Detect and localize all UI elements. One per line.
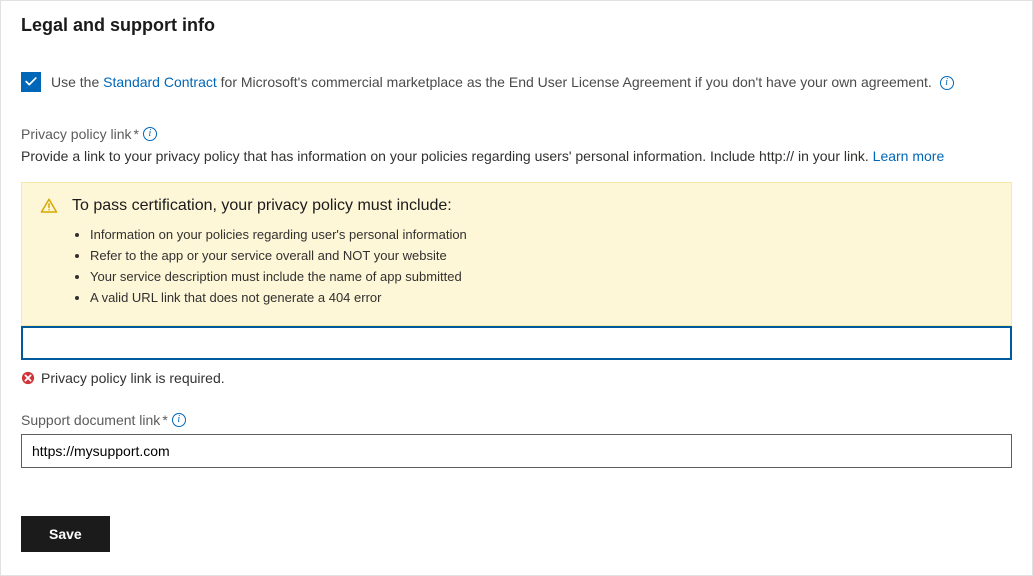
warning-item: A valid URL link that does not generate … — [90, 290, 993, 305]
info-icon[interactable]: i — [172, 413, 186, 427]
error-text: Privacy policy link is required. — [41, 370, 225, 386]
standard-contract-label: Use the Standard Contract for Microsoft'… — [51, 74, 954, 90]
privacy-policy-error: Privacy policy link is required. — [21, 370, 1012, 386]
required-marker: * — [133, 126, 138, 142]
section-title: Legal and support info — [21, 15, 1012, 36]
privacy-policy-help-text: Provide a link to your privacy policy th… — [21, 148, 873, 164]
save-button[interactable]: Save — [21, 516, 110, 552]
certification-warning: To pass certification, your privacy poli… — [21, 182, 1012, 326]
standard-contract-suffix: for Microsoft's commercial marketplace a… — [217, 74, 932, 90]
privacy-policy-input[interactable] — [21, 326, 1012, 360]
info-icon[interactable]: i — [940, 76, 954, 90]
warning-list: Information on your policies regarding u… — [40, 227, 993, 305]
warning-item: Information on your policies regarding u… — [90, 227, 993, 242]
warning-item: Refer to the app or your service overall… — [90, 248, 993, 263]
error-icon — [21, 371, 35, 385]
standard-contract-row: Use the Standard Contract for Microsoft'… — [21, 72, 1012, 92]
info-icon[interactable]: i — [143, 127, 157, 141]
privacy-policy-label-text: Privacy policy link — [21, 126, 131, 142]
warning-item: Your service description must include th… — [90, 269, 993, 284]
support-document-input[interactable] — [21, 434, 1012, 468]
standard-contract-prefix: Use the — [51, 74, 103, 90]
checkmark-icon — [24, 75, 38, 89]
support-document-label: Support document link * i — [21, 412, 1012, 428]
support-document-label-text: Support document link — [21, 412, 160, 428]
support-document-group: Support document link * i — [21, 412, 1012, 468]
warning-title: To pass certification, your privacy poli… — [72, 197, 452, 215]
warning-triangle-icon — [40, 197, 58, 215]
standard-contract-checkbox[interactable] — [21, 72, 41, 92]
learn-more-link[interactable]: Learn more — [873, 148, 945, 164]
required-marker: * — [162, 412, 167, 428]
standard-contract-link[interactable]: Standard Contract — [103, 74, 217, 90]
privacy-policy-help: Provide a link to your privacy policy th… — [21, 148, 1012, 164]
privacy-policy-label: Privacy policy link * i — [21, 126, 1012, 142]
warning-header: To pass certification, your privacy poli… — [40, 197, 993, 215]
